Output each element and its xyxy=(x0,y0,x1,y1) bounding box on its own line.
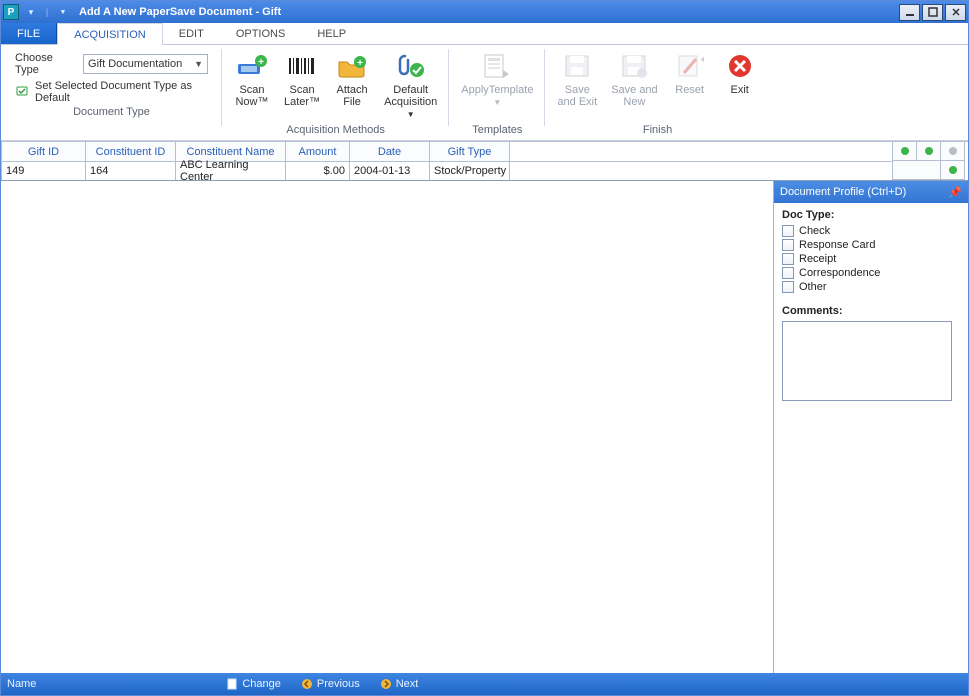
close-button[interactable] xyxy=(945,4,966,21)
arrow-left-icon xyxy=(301,678,313,690)
barcode-icon xyxy=(286,50,318,82)
paperclip-check-icon xyxy=(395,50,427,82)
document-viewer xyxy=(1,181,773,673)
cell-constituent-id: 164 xyxy=(86,162,176,180)
col-constituent-id[interactable]: Constituent ID xyxy=(86,142,176,161)
checkbox-receipt[interactable]: Receipt xyxy=(782,253,960,265)
tab-file[interactable]: FILE xyxy=(1,23,57,44)
window-title: Add A New PaperSave Document - Gift xyxy=(79,6,281,18)
exit-icon xyxy=(724,50,756,82)
status-bar: Name Change Previous Next xyxy=(1,673,968,695)
document-type-select[interactable]: Gift Documentation ▼ xyxy=(83,54,208,74)
folder-add-icon: + xyxy=(336,50,368,82)
checkbox-icon xyxy=(782,225,794,237)
checkbox-correspondence[interactable]: Correspondence xyxy=(782,267,960,279)
checkbox-icon xyxy=(782,253,794,265)
floppy-disk-new-icon xyxy=(618,50,650,82)
cell-gift-id: 149 xyxy=(2,162,86,180)
col-gift-id[interactable]: Gift ID xyxy=(2,142,86,161)
checkbox-icon xyxy=(782,267,794,279)
save-exit-button[interactable]: Save and Exit xyxy=(553,48,601,110)
col-gift-type[interactable]: Gift Type xyxy=(430,142,510,161)
template-icon xyxy=(481,50,513,82)
app-icon: P xyxy=(3,4,19,20)
set-default-label: Set Selected Document Type as Default xyxy=(35,80,208,104)
grid-header: Gift ID Constituent ID Constituent Name … xyxy=(1,141,892,162)
set-default-icon xyxy=(15,84,31,100)
status-change-button[interactable]: Change xyxy=(226,678,281,690)
nav-first-icon[interactable] xyxy=(893,142,917,161)
status-name: Name xyxy=(7,678,36,690)
svg-text:✦: ✦ xyxy=(699,55,704,66)
set-default-button[interactable]: Set Selected Document Type as Default xyxy=(15,80,208,104)
status-previous-button[interactable]: Previous xyxy=(301,678,360,690)
page-icon xyxy=(226,678,238,690)
maximize-button[interactable] xyxy=(922,4,943,21)
checkbox-other[interactable]: Other xyxy=(782,281,960,293)
comments-label: Comments: xyxy=(782,305,960,317)
doc-type-section-label: Doc Type: xyxy=(782,209,960,221)
qat-dropdown-icon[interactable]: ▾ xyxy=(24,5,38,19)
checkbox-icon xyxy=(782,281,794,293)
checkbox-icon xyxy=(782,239,794,251)
attach-file-button[interactable]: + Attach File xyxy=(330,48,374,110)
document-type-value: Gift Documentation xyxy=(88,58,182,70)
cell-gift-type: Stock/Property xyxy=(430,162,510,180)
checkbox-response-card[interactable]: Response Card xyxy=(782,239,960,251)
nav-up-icon[interactable] xyxy=(941,142,965,161)
chevron-down-icon: ▼ xyxy=(407,109,415,121)
minimize-button[interactable] xyxy=(899,4,920,21)
panel-title: Document Profile (Ctrl+D) xyxy=(780,186,906,198)
group-templates: Templates xyxy=(472,124,522,138)
svg-text:+: + xyxy=(357,58,363,69)
comments-input[interactable] xyxy=(782,321,952,401)
scan-now-button[interactable]: + Scan Now™ xyxy=(230,48,274,110)
cell-constituent-name: ABC Learning Center xyxy=(176,162,286,180)
tab-edit[interactable]: EDIT xyxy=(163,23,220,44)
svg-text:+: + xyxy=(258,57,264,68)
tab-help[interactable]: HELP xyxy=(301,23,362,44)
choose-type-label: Choose Type xyxy=(15,52,79,76)
pin-icon[interactable]: 📌 xyxy=(948,186,962,199)
arrow-right-icon xyxy=(380,678,392,690)
cell-date: 2004-01-13 xyxy=(350,162,430,180)
scanner-now-icon: + xyxy=(236,50,268,82)
group-acquisition-methods: Acquisition Methods xyxy=(286,124,384,138)
cell-amount: $.00 xyxy=(286,162,350,180)
checkbox-check[interactable]: Check xyxy=(782,225,960,237)
table-row[interactable]: 149 164 ABC Learning Center $.00 2004-01… xyxy=(1,162,892,180)
floppy-disk-icon xyxy=(561,50,593,82)
qat-separator: | xyxy=(40,5,54,19)
status-next-button[interactable]: Next xyxy=(380,678,419,690)
nav-down-icon[interactable] xyxy=(941,161,965,180)
titlebar: P ▾ | ▼ Add A New PaperSave Document - G… xyxy=(1,1,968,23)
reset-button[interactable]: ✦ Reset xyxy=(668,48,712,98)
qat-customize-icon[interactable]: ▼ xyxy=(56,5,70,19)
exit-button[interactable]: Exit xyxy=(718,48,762,98)
grid-nav-buttons xyxy=(892,141,968,180)
nav-prev-icon[interactable] xyxy=(917,142,941,161)
group-document-type: Document Type xyxy=(73,106,150,120)
default-acquisition-button[interactable]: Default Acquisition ▼ xyxy=(380,48,441,123)
tab-acquisition[interactable]: ACQUISITION xyxy=(57,23,163,45)
chevron-down-icon: ▼ xyxy=(194,59,203,69)
col-amount[interactable]: Amount xyxy=(286,142,350,161)
ribbon-tabs: FILE ACQUISITION EDIT OPTIONS HELP xyxy=(1,23,968,45)
tab-options[interactable]: OPTIONS xyxy=(220,23,302,44)
ribbon: Choose Type Gift Documentation ▼ Set Sel… xyxy=(1,45,968,141)
save-new-button[interactable]: Save and New xyxy=(607,48,661,110)
scan-later-button[interactable]: Scan Later™ xyxy=(280,48,324,110)
group-finish: Finish xyxy=(643,124,672,138)
col-date[interactable]: Date xyxy=(350,142,430,161)
reset-icon: ✦ xyxy=(674,50,706,82)
document-profile-panel: Document Profile (Ctrl+D) 📌 Doc Type: Ch… xyxy=(773,181,968,673)
chevron-down-icon: ▼ xyxy=(493,97,501,109)
apply-template-button[interactable]: ApplyTemplate ▼ xyxy=(457,48,537,111)
